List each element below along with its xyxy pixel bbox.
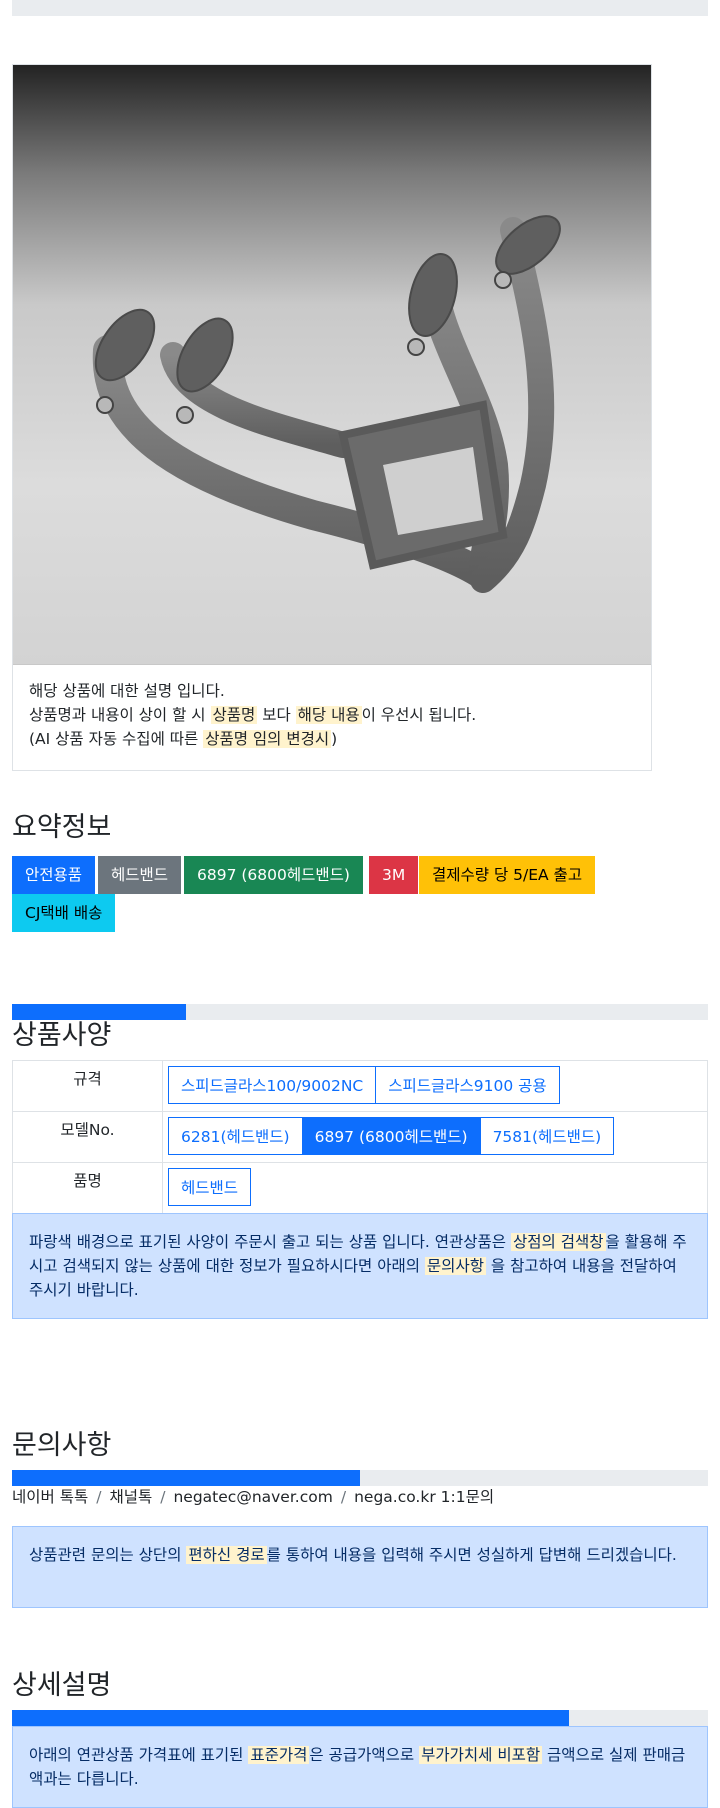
- spec-options: 스피드글라스100/9002NC 스피드글라스9100 공용: [168, 1066, 560, 1104]
- breadcrumb-separator: /: [96, 1488, 102, 1506]
- spec-info-alert: 파랑색 배경으로 표기된 사양이 주문시 출고 되는 상품 입니다. 연관상품은…: [12, 1213, 708, 1319]
- badge-model: 6897 (6800헤드밴드): [184, 856, 363, 894]
- product-description: 해당 상품에 대한 설명 입니다. 상품명과 내용이 상이 할 시 상품명 보다…: [29, 679, 629, 751]
- inquiry-progress-fill: [12, 1470, 360, 1486]
- spec-option[interactable]: 스피드글라스9100 공용: [375, 1066, 560, 1104]
- spec-progress-bar: [12, 1004, 708, 1020]
- inquiry-progress-bar: [12, 1470, 708, 1486]
- spec-label: 품명: [13, 1163, 163, 1214]
- spec-progress-fill: [12, 1004, 186, 1020]
- spec-label: 모델No.: [13, 1112, 163, 1162]
- spec-option[interactable]: 6281(헤드밴드): [168, 1117, 303, 1155]
- spec-option[interactable]: 헤드밴드: [168, 1168, 252, 1206]
- highlight-product-name: 상품명: [210, 706, 258, 724]
- highlight-vat-excluded: 부가가치세 비포함: [419, 1746, 543, 1764]
- spec-option[interactable]: 7581(헤드밴드): [479, 1117, 615, 1155]
- detail-progress-bar: [12, 1710, 708, 1726]
- spec-option-selected[interactable]: 6897 (6800헤드밴드): [301, 1117, 481, 1155]
- detail-info-alert: 아래의 연관상품 가격표에 표기된 표준가격 은 공급가액으로 부가가치세 비포함…: [12, 1726, 708, 1808]
- badge-category: 안전용품: [12, 856, 96, 894]
- inquiry-title: 문의사항: [12, 1430, 112, 1461]
- channel-talk-link[interactable]: 채널톡: [109, 1488, 152, 1506]
- breadcrumb-separator: /: [340, 1488, 347, 1506]
- inquiry-info-alert: 상품관련 문의는 상단의 편하신 경로 를 통하여 내용을 입력해 주시면 성실하…: [12, 1526, 708, 1608]
- summary-title: 요약정보: [12, 812, 112, 843]
- breadcrumb-separator: /: [160, 1488, 166, 1506]
- highlight-inquiry: 문의사항: [424, 1257, 486, 1275]
- badge-brand: 3M: [369, 856, 419, 894]
- spec-options: 6281(헤드밴드) 6897 (6800헤드밴드) 7581(헤드밴드): [168, 1117, 615, 1155]
- spec-row-name: 품명 헤드밴드: [13, 1163, 707, 1214]
- spec-label: 규격: [13, 1061, 163, 1111]
- spec-row-model: 모델No. 6281(헤드밴드) 6897 (6800헤드밴드) 7581(헤드…: [13, 1112, 707, 1163]
- highlight-standard-price: 표준가격: [248, 1746, 310, 1764]
- description-line-1: 해당 상품에 대한 설명 입니다.: [29, 682, 225, 700]
- email-link[interactable]: negatec@naver.com: [173, 1488, 332, 1506]
- highlight-search: 상점의 검색창: [511, 1233, 606, 1251]
- spec-table: 규격 스피드글라스100/9002NC 스피드글라스9100 공용 모델No. …: [12, 1060, 708, 1215]
- description-line-2: 상품명과 내용이 상이 할 시 상품명 보다 해당 내용 이 우선시 됩니다.: [29, 706, 477, 724]
- spec-row-size: 규격 스피드글라스100/9002NC 스피드글라스9100 공용: [13, 1061, 707, 1112]
- badge-quantity: 결제수량 당 5/EA 출고: [419, 856, 596, 894]
- highlight-content: 해당 내용: [295, 706, 362, 724]
- product-image: [13, 65, 651, 665]
- highlight-route: 편하신 경로: [186, 1546, 267, 1564]
- spec-title: 상품사양: [12, 1020, 112, 1051]
- highlight-name-change: 상품명 임의 변경시: [203, 730, 332, 748]
- description-line-3: (AI 상품 자동 수집에 따른 상품명 임의 변경시): [29, 730, 338, 748]
- detail-title: 상세설명: [12, 1670, 112, 1701]
- badge-shipping: CJ택배 배송: [12, 894, 116, 932]
- spec-option[interactable]: 스피드글라스100/9002NC: [168, 1066, 377, 1104]
- badge-type: 헤드밴드: [98, 856, 182, 894]
- product-card: 해당 상품에 대한 설명 입니다. 상품명과 내용이 상이 할 시 상품명 보다…: [12, 64, 652, 771]
- site-inquiry-link[interactable]: nega.co.kr 1:1문의: [354, 1488, 494, 1506]
- detail-progress-fill: [12, 1710, 569, 1726]
- inquiry-channels: 네이버 톡톡 / 채널톡 / negatec@naver.com / nega.co.kr …: [12, 1485, 494, 1507]
- naver-talktalk-link[interactable]: 네이버 톡톡: [12, 1488, 88, 1506]
- spec-options: 헤드밴드: [168, 1168, 252, 1206]
- top-progress-bar: [12, 0, 708, 16]
